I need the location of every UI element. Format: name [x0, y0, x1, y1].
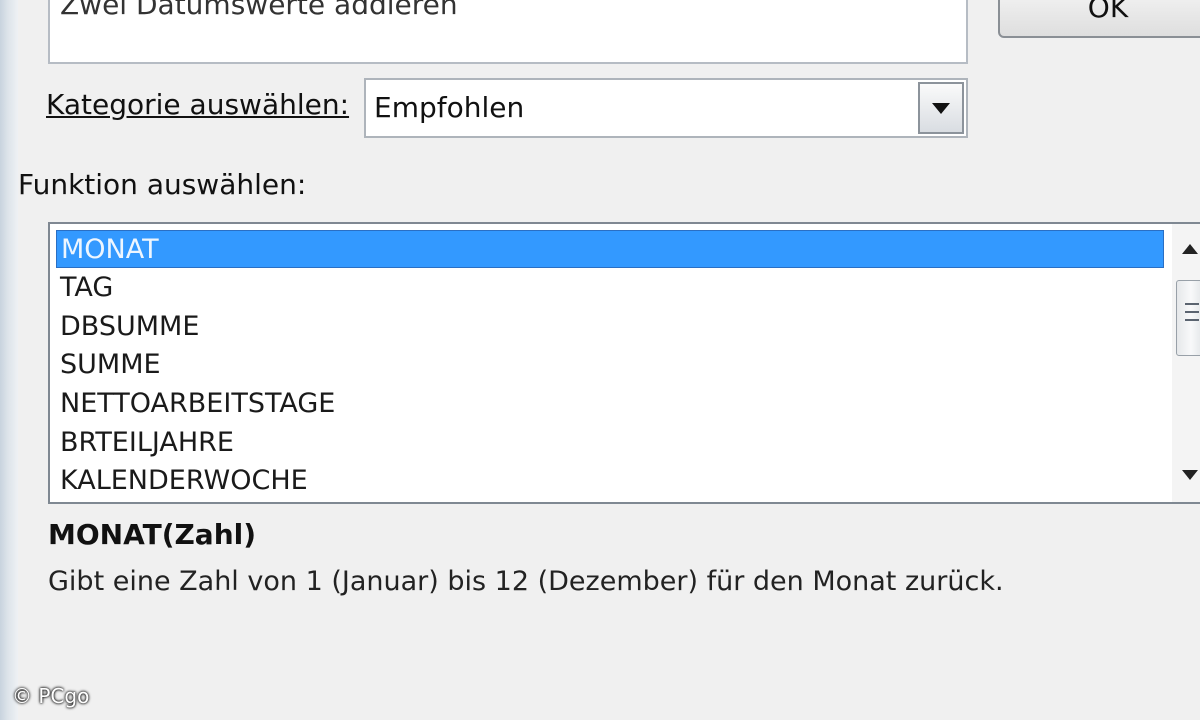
vertical-scrollbar[interactable]	[1172, 224, 1200, 502]
list-item-dbsumme[interactable]: DBSUMME	[56, 308, 1164, 346]
grip-line	[1185, 303, 1199, 305]
dropdown-arrow-button[interactable]	[918, 82, 964, 134]
search-text: Zwei Datumswerte addieren	[60, 0, 458, 21]
list-item-brteiljahre[interactable]: BRTEILJAHRE	[56, 424, 1164, 462]
grip-line	[1185, 319, 1199, 321]
grip-line	[1185, 311, 1199, 313]
category-label: Kategorie auswählen:	[46, 88, 349, 121]
function-label-text: Funktion auswählen:	[18, 168, 307, 201]
category-selected-value: Empfohlen	[374, 91, 525, 124]
list-item-monat[interactable]: MONAT	[56, 230, 1164, 268]
ok-button[interactable]: OK	[998, 0, 1200, 38]
function-listbox[interactable]: MONAT TAG DBSUMME SUMME NETTOARBEITSTAGE…	[48, 222, 1200, 504]
list-item-tag[interactable]: TAG	[56, 269, 1164, 307]
scroll-down-arrow-icon[interactable]	[1182, 470, 1198, 480]
chevron-down-icon	[932, 102, 950, 114]
list-item-nettoarbeitstage[interactable]: NETTOARBEITSTAGE	[56, 385, 1164, 423]
window-left-edge	[0, 0, 18, 720]
search-description-field[interactable]: Zwei Datumswerte addieren	[48, 0, 968, 64]
scrollbar-thumb[interactable]	[1176, 280, 1200, 356]
category-select[interactable]: Empfohlen	[364, 78, 968, 138]
list-item-kalenderwoche[interactable]: KALENDERWOCHE	[56, 462, 1164, 500]
category-label-text: Kategorie auswählen:	[46, 88, 350, 121]
list-item-summe[interactable]: SUMME	[56, 346, 1164, 384]
copyright-watermark: © PCgo	[12, 684, 90, 708]
function-signature: MONAT(Zahl)	[48, 518, 257, 551]
function-label: Funktion auswählen:	[18, 168, 306, 201]
scroll-up-arrow-icon[interactable]	[1182, 244, 1198, 254]
function-description: Gibt eine Zahl von 1 (Januar) bis 12 (De…	[48, 566, 1004, 597]
